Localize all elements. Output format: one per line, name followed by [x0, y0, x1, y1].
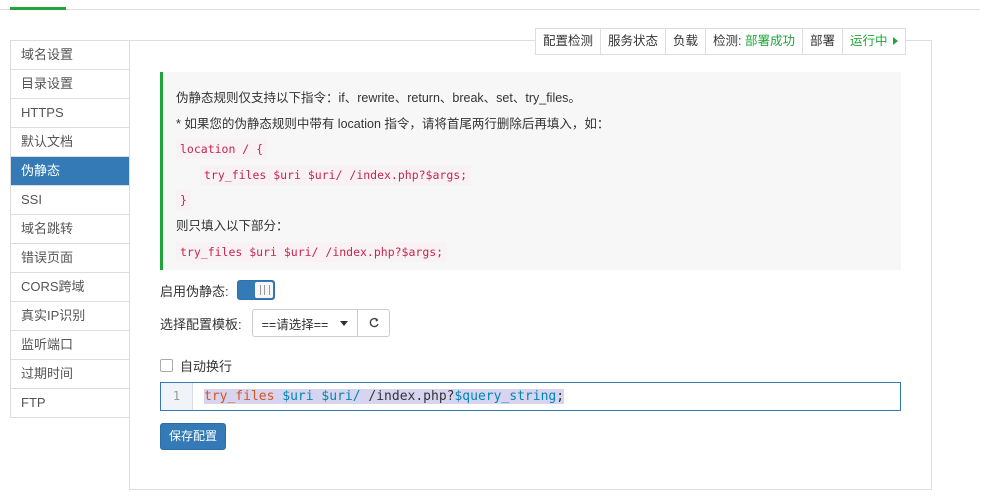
token-uri: $uri [282, 389, 314, 404]
window-edge [980, 0, 999, 502]
template-row: 选择配置模板: ==请选择== [160, 309, 391, 337]
save-config-button[interactable]: 保存配置 [160, 423, 226, 450]
refresh-template-button[interactable] [358, 310, 389, 336]
site-settings-sidebar: 域名设置 目录设置 HTTPS 默认文档 伪静态 SSI 域名跳转 错误页面 C… [10, 40, 130, 418]
service-status-button[interactable]: 服务状态 [601, 29, 667, 54]
sidebar-item-listen-port[interactable]: 监听端口 [11, 331, 129, 360]
tip-code-try-files: try_files $uri $uri/ /index.php?$args; [200, 164, 472, 185]
template-label: 选择配置模板: [160, 316, 242, 332]
token-path: /index.php? [368, 389, 455, 404]
load-button[interactable]: 负载 [666, 29, 707, 54]
auto-wrap-checkbox[interactable] [160, 359, 173, 372]
tip-code-close-brace: } [176, 190, 191, 211]
token-query-string: $query_string [454, 389, 557, 404]
sidebar-item-directory[interactable]: 目录设置 [11, 70, 129, 99]
sidebar-item-redirect[interactable]: 域名跳转 [11, 215, 129, 244]
sidebar-item-https[interactable]: HTTPS [11, 99, 129, 128]
check-status[interactable]: 检测: 部署成功 [706, 29, 804, 54]
auto-wrap-label: 自动换行 [180, 359, 233, 374]
rewrite-code-editor[interactable]: 1 try_files $uri $uri/ /index.php?$query… [160, 382, 901, 411]
sidebar-item-rewrite[interactable]: 伪静态 [11, 157, 129, 186]
template-select[interactable]: ==请选择== [253, 310, 359, 336]
enable-rewrite-label: 启用伪静态: [160, 283, 229, 299]
tip-directives: 伪静态规则仅支持以下指令：if、rewrite、return、break、set… [176, 91, 581, 105]
sidebar-item-expire-time[interactable]: 过期时间 [11, 360, 129, 389]
check-result: 部署成功 [745, 34, 796, 48]
sidebar-item-default-doc[interactable]: 默认文档 [11, 128, 129, 157]
running-status[interactable]: 运行中 [843, 29, 905, 54]
line-number: 1 [161, 383, 193, 410]
auto-wrap-row: 自动换行 [160, 356, 232, 375]
status-bar: 配置检测 服务状态 负载 检测: 部署成功 部署 运行中 [535, 28, 906, 55]
token-directive: try_files [204, 389, 275, 404]
deploy-button[interactable]: 部署 [803, 29, 844, 54]
sidebar-item-ftp[interactable]: FTP [11, 389, 129, 418]
check-label: 检测: [713, 34, 742, 48]
template-select-group: ==请选择== [251, 309, 391, 337]
tip-code-try-files-only: try_files $uri $uri/ /index.php?$args; [176, 241, 448, 262]
token-uri-slash: $uri/ [321, 389, 361, 404]
rewrite-tips: 伪静态规则仅支持以下指令：if、rewrite、return、break、set… [160, 72, 901, 270]
tip-location: * 如果您的伪静态规则中带有 location 指令，请将首尾两行删除后再填入，… [176, 116, 610, 131]
enable-rewrite-row: 启用伪静态: [160, 280, 275, 300]
code-line-1[interactable]: try_files $uri $uri/ /index.php?$query_s… [193, 383, 565, 410]
token-semicolon: ; [556, 389, 565, 404]
tip-only-fill: 则只填入以下部分： [176, 218, 289, 233]
config-check-button[interactable]: 配置检测 [536, 29, 602, 54]
running-label: 运行中 [850, 34, 888, 48]
sidebar-item-ssi[interactable]: SSI [11, 186, 129, 215]
enable-rewrite-toggle[interactable] [236, 280, 275, 300]
toggle-knob [254, 282, 273, 298]
active-tab-indicator [10, 0, 66, 10]
sidebar-item-real-ip[interactable]: 真实IP识别 [11, 302, 129, 331]
top-tab-strip [0, 0, 980, 10]
sidebar-item-error-page[interactable]: 错误页面 [11, 244, 129, 273]
template-selected: ==请选择== [261, 317, 329, 332]
tip-code-location: location / { [176, 139, 268, 160]
refresh-icon [369, 317, 379, 328]
caret-down-icon [340, 320, 349, 326]
sidebar-item-domain[interactable]: 域名设置 [11, 41, 129, 70]
play-arrow-icon [892, 37, 898, 45]
sidebar-item-cors[interactable]: CORS跨域 [11, 273, 129, 302]
